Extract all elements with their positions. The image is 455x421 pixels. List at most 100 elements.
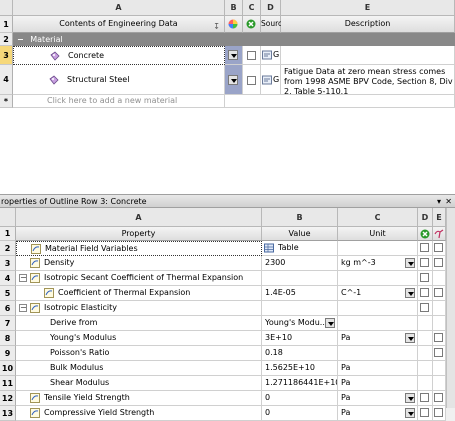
property-name-cell[interactable]: Tensile Yield Strength [16, 391, 262, 406]
unit-dropdown[interactable] [405, 408, 415, 418]
status-cell[interactable] [418, 346, 433, 361]
unit-cell[interactable] [338, 241, 418, 256]
value-cell[interactable]: Table [262, 241, 338, 256]
col-letter-e[interactable]: E [281, 0, 455, 16]
unit-cell[interactable]: Pa [338, 331, 418, 346]
col-letter-d[interactable]: D [418, 208, 433, 227]
color-header[interactable] [225, 16, 243, 33]
unit-dropdown[interactable] [405, 258, 415, 268]
unit-cell[interactable] [338, 346, 418, 361]
parameter-cell[interactable] [433, 316, 446, 331]
value-cell[interactable]: 0 [262, 391, 338, 406]
corner-cell[interactable] [0, 208, 16, 227]
col-letter-e[interactable]: E [433, 208, 446, 227]
suppress-cell[interactable] [243, 65, 261, 95]
vertical-scrollbar[interactable] [446, 208, 455, 408]
parameter-cell[interactable] [433, 391, 446, 406]
parameter-checkbox[interactable] [434, 288, 443, 297]
value-cell[interactable] [262, 301, 338, 316]
status-cell[interactable] [418, 406, 433, 421]
status-checkbox[interactable] [420, 288, 429, 297]
suppress-checkbox[interactable] [247, 76, 256, 85]
description-header[interactable]: Description [281, 16, 455, 33]
parameter-cell[interactable] [433, 301, 446, 316]
parameter-checkbox[interactable] [434, 243, 443, 252]
property-name-cell[interactable]: − Isotropic Secant Coefficient of Thermal… [16, 271, 262, 286]
property-name-cell[interactable]: Compressive Yield Strength [16, 406, 262, 421]
col-letter-b[interactable]: B [262, 208, 338, 227]
unit-cell[interactable]: Pa [338, 391, 418, 406]
parameter-cell[interactable] [433, 256, 446, 271]
material-group-row[interactable]: − Material [13, 33, 455, 46]
swatch-dropdown[interactable] [228, 50, 238, 60]
parameter-cell[interactable] [433, 376, 446, 391]
description-cell[interactable] [281, 46, 455, 65]
unit-cell[interactable] [338, 301, 418, 316]
value-header[interactable]: Value [262, 227, 338, 241]
parameter-checkbox[interactable] [434, 393, 443, 402]
collapse-icon[interactable]: − [17, 35, 24, 44]
status-cell[interactable] [418, 316, 433, 331]
contents-header[interactable]: Contents of Engineering Data ↧ [13, 16, 225, 33]
property-name-cell[interactable]: Coefficient of Thermal Expansion [16, 286, 262, 301]
parameter-checkbox[interactable] [434, 258, 443, 267]
status-checkbox[interactable] [420, 258, 429, 267]
status-checkbox[interactable] [420, 408, 429, 417]
property-name-cell[interactable]: Derive from [16, 316, 262, 331]
parameter-header[interactable] [433, 227, 446, 241]
material-row-steel[interactable]: Structural Steel [13, 65, 225, 95]
unit-cell[interactable]: Pa [338, 406, 418, 421]
pin-icon[interactable]: ▾ [437, 195, 441, 208]
status-cell[interactable] [418, 256, 433, 271]
unit-dropdown[interactable] [405, 288, 415, 298]
parameter-cell[interactable] [433, 241, 446, 256]
status-cell[interactable] [418, 286, 433, 301]
unit-cell[interactable] [338, 271, 418, 286]
col-letter-b[interactable]: B [225, 0, 243, 16]
unit-dropdown[interactable] [405, 393, 415, 403]
suppress-checkbox[interactable] [247, 51, 256, 60]
source-cell[interactable]: G [261, 65, 281, 95]
status-cell[interactable] [418, 241, 433, 256]
status-header[interactable] [243, 16, 261, 33]
col-letter-a[interactable]: A [16, 208, 262, 227]
status-checkbox[interactable] [420, 303, 429, 312]
suppress-cell[interactable] [243, 46, 261, 65]
status-header[interactable] [418, 227, 433, 241]
col-letter-d[interactable]: D [261, 0, 281, 16]
status-cell[interactable] [418, 376, 433, 391]
value-cell[interactable]: 2300 [262, 256, 338, 271]
status-cell[interactable] [418, 301, 433, 316]
close-icon[interactable]: ✕ [445, 195, 452, 208]
unit-cell[interactable]: kg m^-3 [338, 256, 418, 271]
add-material-row[interactable]: Click here to add a new material [13, 95, 225, 108]
col-letter-a[interactable]: A [13, 0, 225, 16]
parameter-checkbox[interactable] [434, 333, 443, 342]
corner-cell[interactable] [0, 0, 13, 16]
parameter-cell[interactable] [433, 346, 446, 361]
status-cell[interactable] [418, 361, 433, 376]
unit-cell[interactable]: Pa [338, 361, 418, 376]
swatch-dropdown[interactable] [228, 75, 238, 85]
status-checkbox[interactable] [420, 243, 429, 252]
value-cell[interactable]: 0 [262, 406, 338, 421]
unit-cell[interactable]: Pa [338, 376, 418, 391]
value-cell[interactable]: Young's Modu... [262, 316, 338, 331]
col-letter-c[interactable]: C [243, 0, 261, 16]
source-cell[interactable]: G [261, 46, 281, 65]
source-header[interactable]: Source [261, 16, 287, 33]
value-cell[interactable]: 1.271186441E+10 [262, 376, 338, 391]
property-header[interactable]: Property [16, 227, 262, 241]
parameter-checkbox[interactable] [434, 348, 443, 357]
property-name-cell[interactable]: Young's Modulus [16, 331, 262, 346]
parameter-cell[interactable] [433, 286, 446, 301]
property-name-cell[interactable]: Poisson's Ratio [16, 346, 262, 361]
value-dropdown[interactable] [325, 318, 335, 328]
property-name-cell[interactable]: − Isotropic Elasticity [16, 301, 262, 316]
unit-header[interactable]: Unit [338, 227, 418, 241]
property-name-cell[interactable]: Material Field Variables [16, 241, 262, 256]
material-color-swatch[interactable] [225, 46, 243, 65]
value-cell[interactable]: 0.18 [262, 346, 338, 361]
material-row-concrete[interactable]: Concrete [13, 46, 225, 65]
status-checkbox[interactable] [420, 273, 429, 282]
